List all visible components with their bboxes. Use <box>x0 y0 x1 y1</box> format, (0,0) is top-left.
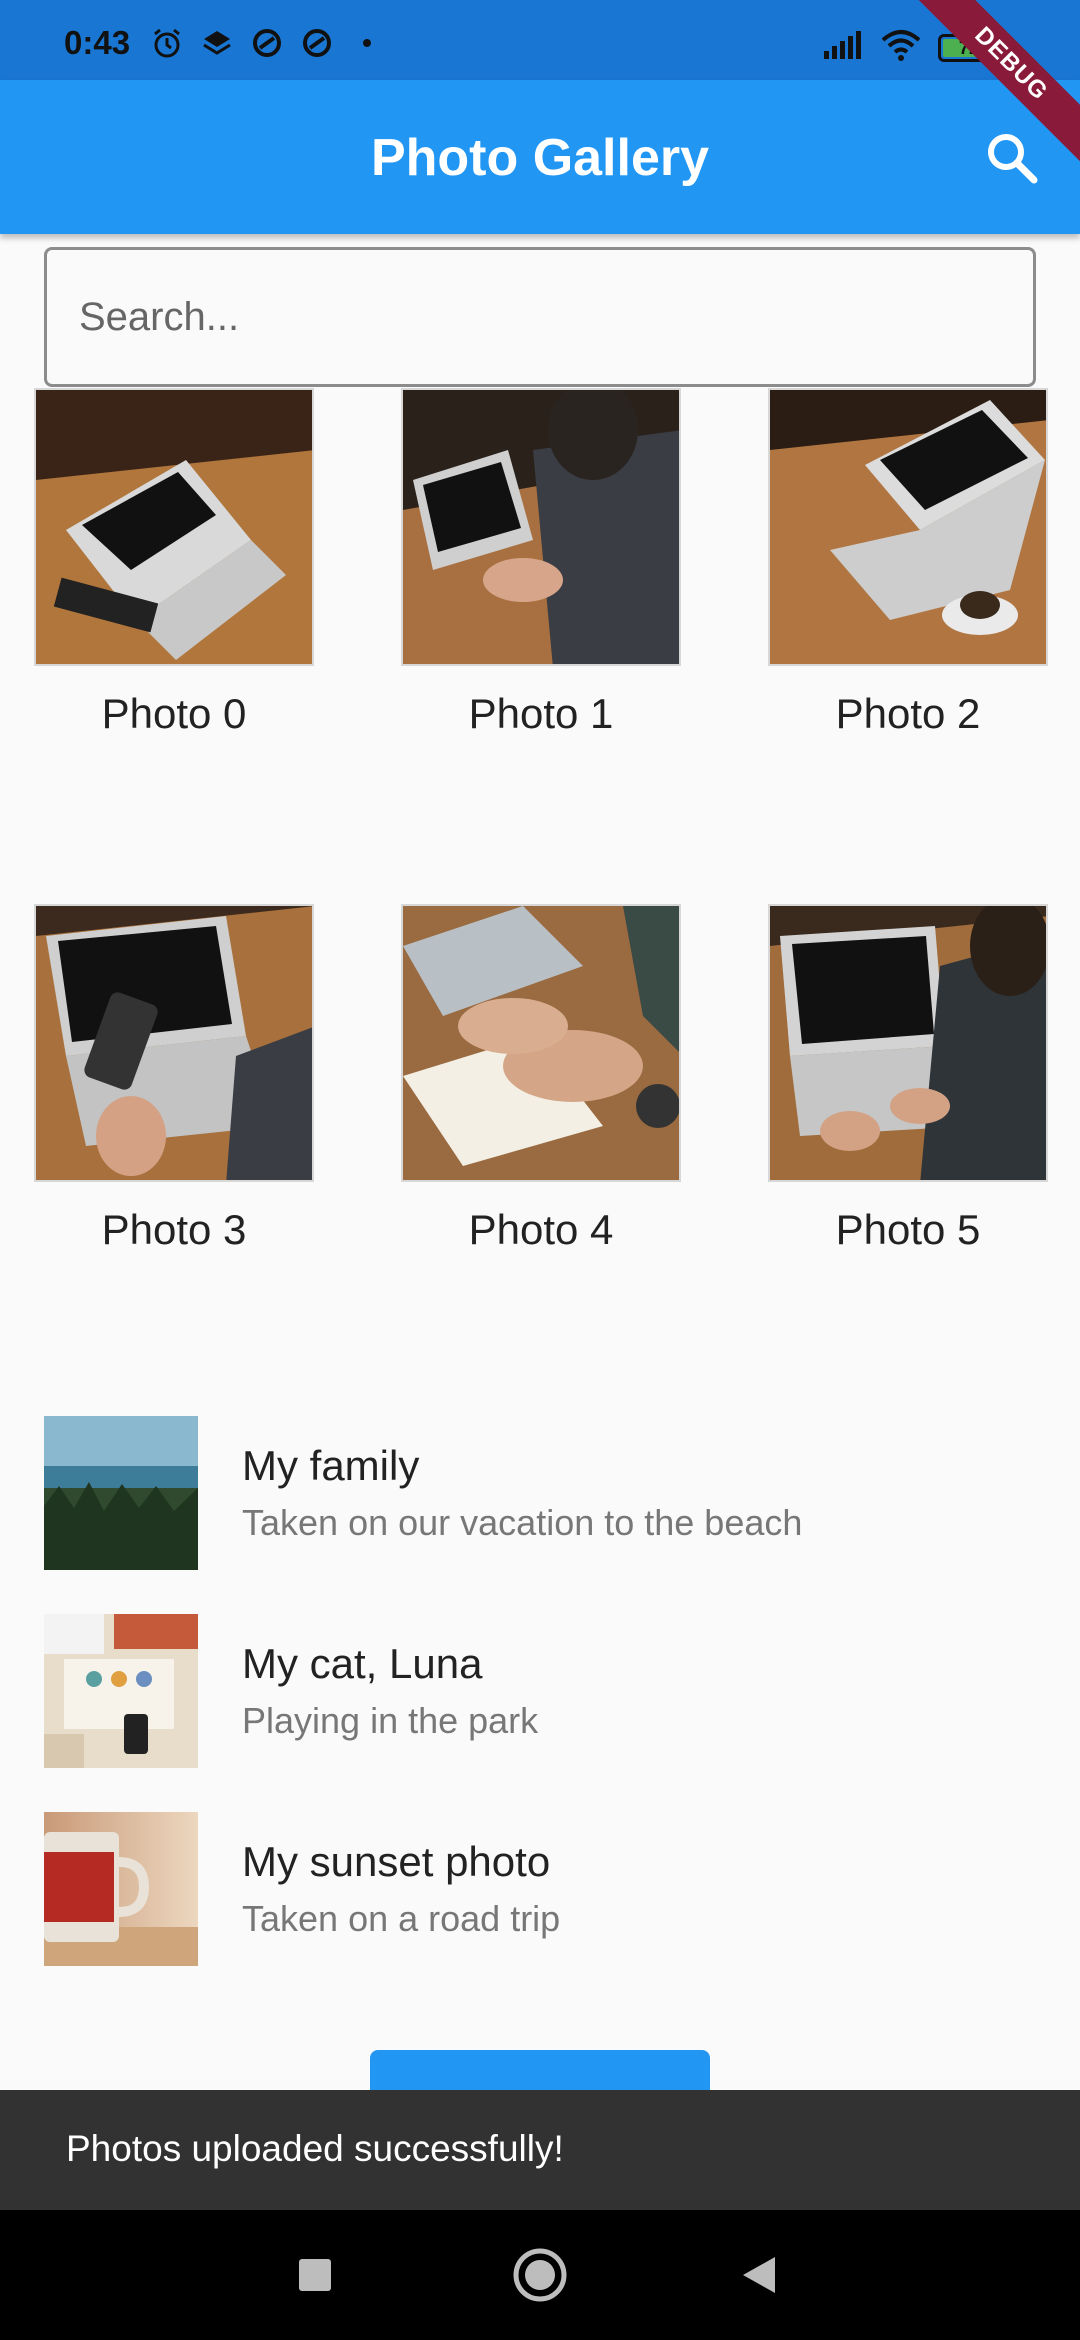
home-button[interactable] <box>505 2240 575 2310</box>
photo-thumbnail[interactable] <box>768 904 1048 1182</box>
back-button[interactable] <box>725 2240 795 2310</box>
photo-caption: Photo 1 <box>468 690 614 737</box>
list-item-subtitle: Taken on a road trip <box>242 1898 561 1939</box>
list-item[interactable]: My family Taken on our vacation to the b… <box>44 1416 1044 1572</box>
recents-button[interactable] <box>280 2240 350 2310</box>
snackbar: Photos uploaded successfully! <box>0 2090 1080 2210</box>
sync-icon-2 <box>300 26 334 60</box>
list-item-subtitle: Taken on our vacation to the beach <box>242 1502 803 1543</box>
status-bar: 0:43 <box>0 0 1080 80</box>
dot-icon <box>350 26 384 60</box>
alarm-icon <box>150 26 184 60</box>
photo-caption: Photo 5 <box>835 1206 981 1253</box>
photo-thumbnail[interactable] <box>768 388 1048 666</box>
grid-item[interactable]: Photo 0 <box>34 388 314 738</box>
search-input[interactable] <box>47 250 1033 384</box>
sync-icon <box>250 26 284 60</box>
list-item-title: My family <box>242 1442 420 1489</box>
list-item[interactable]: My cat, Luna Playing in the park <box>44 1614 1044 1770</box>
list-item-title: My cat, Luna <box>242 1640 483 1687</box>
photo-caption: Photo 0 <box>101 690 247 737</box>
wifi-icon <box>880 28 922 67</box>
grid-item[interactable]: Photo 5 <box>768 904 1048 1254</box>
list-thumbnail <box>44 1416 198 1570</box>
list-item[interactable]: My sunset photo Taken on a road trip <box>44 1812 1044 1968</box>
grid-item[interactable]: Photo 1 <box>401 388 681 738</box>
photo-thumbnail[interactable] <box>401 388 681 666</box>
photo-thumbnail[interactable] <box>34 904 314 1182</box>
photo-thumbnail[interactable] <box>401 904 681 1182</box>
list-item-title: My sunset photo <box>242 1838 551 1885</box>
search-field[interactable] <box>44 247 1036 387</box>
status-time: 0:43 <box>64 24 131 61</box>
signal-icon <box>822 29 864 66</box>
photo-caption: Photo 4 <box>468 1206 614 1253</box>
photo-caption: Photo 2 <box>835 690 981 737</box>
page-title: Photo Gallery <box>370 129 710 187</box>
list-thumbnail <box>44 1812 198 1966</box>
notification-icons <box>150 26 384 60</box>
grid-item[interactable]: Photo 4 <box>401 904 681 1254</box>
layers-icon <box>200 26 234 60</box>
app-bar: Photo Gallery <box>0 80 1080 234</box>
grid-item[interactable]: Photo 3 <box>34 904 314 1254</box>
photo-thumbnail[interactable] <box>34 388 314 666</box>
screen: 0:43 Photo Gallery DEBUG Search... Photo… <box>0 0 1080 2340</box>
system-nav-bar <box>0 2210 1080 2340</box>
snackbar-message: Photos uploaded successfully! <box>66 2128 564 2169</box>
list-thumbnail <box>44 1614 198 1768</box>
grid-item[interactable]: Photo 2 <box>768 388 1048 738</box>
search-icon[interactable] <box>982 128 1042 188</box>
photo-caption: Photo 3 <box>101 1206 247 1253</box>
list-item-subtitle: Playing in the park <box>242 1700 539 1741</box>
